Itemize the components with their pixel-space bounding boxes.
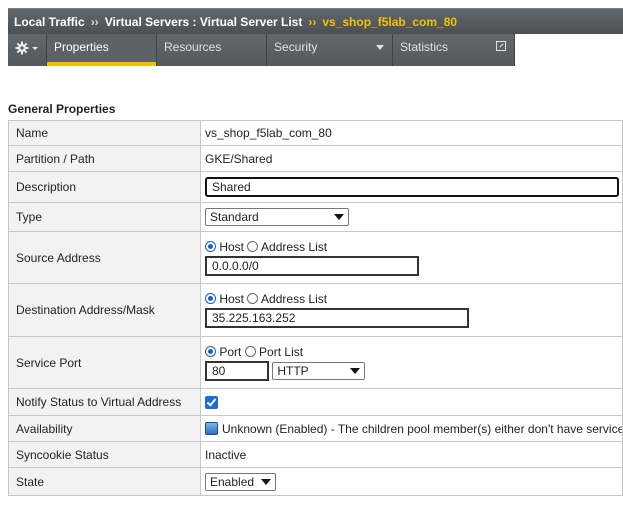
row-service-port: Service Port Port Port List 80 HTTP <box>8 336 623 389</box>
tab-resources-label: Resources <box>164 40 222 54</box>
state-label: State <box>8 467 201 496</box>
service-port-input[interactable]: 80 <box>205 360 269 381</box>
service-port-option-label: Port <box>219 344 242 359</box>
service-protocol-value: HTTP <box>277 363 309 378</box>
source-address-list-label: Address List <box>261 239 328 254</box>
row-name: Name vs_shop_f5lab_com_80 <box>8 120 623 146</box>
row-partition: Partition / Path GKE/Shared <box>8 145 623 172</box>
availability-status-icon <box>205 421 218 435</box>
destination-address-list-radio[interactable] <box>247 293 259 304</box>
destination-address-label: Destination Address/Mask <box>8 283 201 337</box>
breadcrumb-virtual-server-list[interactable]: Virtual Servers : Virtual Server List <box>105 15 303 29</box>
description-input[interactable]: Shared <box>205 177 619 197</box>
partition-value: GKE/Shared <box>200 145 623 172</box>
row-description: Description Shared <box>8 171 623 203</box>
destination-host-label: Host <box>219 292 245 306</box>
tab-statistics-label: Statistics <box>400 40 449 54</box>
tab-bar: Properties Resources Security Statistics <box>8 34 515 66</box>
chevron-down-icon <box>261 478 271 485</box>
breadcrumb-current: vs_shop_f5lab_com_80 <box>322 14 458 29</box>
state-select[interactable]: Enabled <box>205 472 276 491</box>
breadcrumb: Local Traffic ›› Virtual Servers : Virtu… <box>8 8 623 34</box>
gear-icon <box>15 41 38 55</box>
tab-properties-label: Properties <box>54 40 109 54</box>
notify-status-checkbox[interactable] <box>205 396 218 410</box>
service-protocol-select[interactable]: HTTP <box>272 361 366 380</box>
availability-label: Availability <box>8 415 201 442</box>
settings-menu-button[interactable] <box>8 34 47 66</box>
breadcrumb-separator: ›› <box>308 14 317 29</box>
syncookie-label: Syncookie Status <box>8 441 201 468</box>
tab-security[interactable]: Security <box>267 34 393 66</box>
type-select[interactable]: Standard <box>205 208 349 226</box>
source-address-input[interactable]: 0.0.0.0/0 <box>205 255 419 276</box>
source-address-list-radio[interactable] <box>247 240 259 252</box>
row-destination-address: Destination Address/Mask Host Address Li… <box>8 283 623 337</box>
partition-label: Partition / Path <box>8 145 201 172</box>
row-state: State Enabled <box>8 467 623 496</box>
destination-address-list-label: Address List <box>261 292 328 306</box>
description-label: Description <box>8 171 201 203</box>
service-port-list-radio[interactable] <box>244 345 256 357</box>
tab-resources[interactable]: Resources <box>157 34 267 66</box>
source-host-label: Host <box>219 239 245 254</box>
destination-address-input[interactable]: 35.225.163.252 <box>205 308 469 328</box>
chevron-down-icon <box>376 45 384 50</box>
tab-properties[interactable]: Properties <box>47 34 157 66</box>
row-type: Type Standard <box>8 202 623 232</box>
availability-value: Unknown (Enabled) - The children pool me… <box>222 421 623 436</box>
tab-statistics[interactable]: Statistics <box>393 34 515 66</box>
row-availability: Availability Unknown (Enabled) - The chi… <box>8 415 623 442</box>
name-label: Name <box>8 120 201 146</box>
external-link-icon[interactable] <box>496 41 506 51</box>
tab-security-label: Security <box>274 40 318 54</box>
type-select-value: Standard <box>210 210 259 224</box>
chevron-down-icon <box>350 367 361 374</box>
section-title: General Properties <box>8 102 116 116</box>
name-value: vs_shop_f5lab_com_80 <box>200 120 623 146</box>
source-address-label: Source Address <box>8 231 201 284</box>
row-notify-status: Notify Status to Virtual Address <box>8 388 623 416</box>
service-port-list-label: Port List <box>259 344 304 359</box>
type-label: Type <box>8 202 201 232</box>
breadcrumb-local-traffic[interactable]: Local Traffic <box>14 15 85 29</box>
general-properties-table: Name vs_shop_f5lab_com_80 Partition / Pa… <box>8 120 623 496</box>
notify-status-label: Notify Status to Virtual Address <box>8 388 201 416</box>
row-syncookie: Syncookie Status Inactive <box>8 441 623 468</box>
breadcrumb-separator: ›› <box>90 14 99 29</box>
row-source-address: Source Address Host Address List 0.0.0.0… <box>8 231 623 284</box>
service-port-radio[interactable] <box>205 345 216 357</box>
chevron-down-icon <box>334 214 344 220</box>
source-host-radio[interactable] <box>205 240 216 252</box>
syncookie-value: Inactive <box>200 441 623 468</box>
destination-host-radio[interactable] <box>205 293 216 304</box>
service-port-label: Service Port <box>8 336 201 389</box>
state-select-value: Enabled <box>210 474 255 489</box>
